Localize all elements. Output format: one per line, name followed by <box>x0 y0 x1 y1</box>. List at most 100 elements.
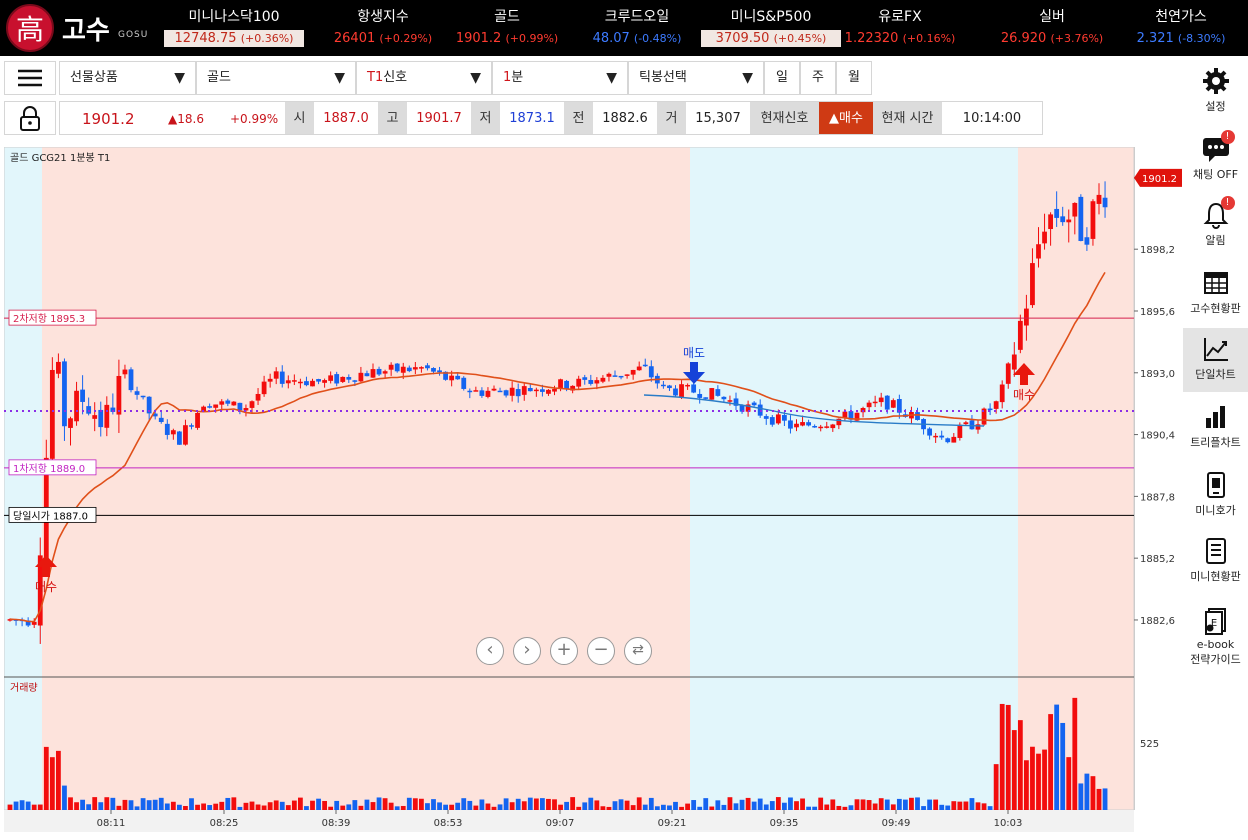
price-tick-label: 1882,6 <box>1140 616 1175 627</box>
ticker-7[interactable]: 천연가스 2.321 (-8.30%) <box>1111 6 1248 50</box>
ticker-price: 1901.2 (+0.99%) <box>455 31 559 46</box>
volume-bar <box>13 801 19 810</box>
volume-bar <box>455 802 461 810</box>
sidebar-item-chat[interactable]: ! 채팅 OFF <box>1183 128 1248 192</box>
item-select[interactable]: 골드 ▼ <box>196 61 356 95</box>
volume-bar <box>975 802 981 810</box>
volume-bar <box>1042 749 1047 810</box>
zoom-in-button[interactable]: + <box>550 637 578 665</box>
ticker-price: 1.22320 (+0.16%) <box>844 31 956 46</box>
volume-bar <box>273 800 279 810</box>
sidebar-item-phone[interactable]: 미니호가 <box>1183 464 1248 528</box>
volume-bar <box>612 801 618 810</box>
high-label: 고 <box>378 101 407 135</box>
lock-button[interactable] <box>4 101 56 135</box>
hamburger-menu-button[interactable] <box>4 61 56 95</box>
candle-body <box>1066 219 1072 223</box>
scroll-right-button[interactable]: › <box>513 637 541 665</box>
period-day-button[interactable]: 일 <box>764 61 800 95</box>
level-label: 당일시가 1887.0 <box>13 510 88 522</box>
candle-body <box>788 420 793 429</box>
reset-button[interactable]: ⇄ <box>624 637 652 665</box>
volume-bar <box>298 797 303 810</box>
time-tick-label: 08:25 <box>210 818 239 829</box>
period-week-button[interactable]: 주 <box>800 61 836 95</box>
candle-body <box>1005 363 1011 384</box>
volume-bar <box>467 800 473 810</box>
candle-body <box>467 390 473 393</box>
candle-body <box>951 436 957 443</box>
ticker-2[interactable]: 골드 1901.2 (+0.99%) <box>437 6 577 50</box>
volume-bar <box>521 801 527 810</box>
volume-bar <box>1102 788 1108 810</box>
volume-bar <box>110 797 116 810</box>
candle-body <box>74 390 79 422</box>
chat-icon: ! <box>1201 130 1235 164</box>
volume-bar <box>1060 722 1066 810</box>
ticker-0[interactable]: 미니나스닥100 12748.75 (+0.36%) <box>164 6 304 50</box>
candle-body <box>213 404 219 408</box>
time-tick-label: 09:35 <box>770 818 799 829</box>
sidebar-item-list[interactable]: 미니현황판 <box>1183 530 1248 594</box>
candle-body <box>721 396 727 400</box>
candle-body <box>782 415 787 421</box>
line-chart-icon <box>1201 334 1231 364</box>
candle-body <box>177 431 182 445</box>
candle-body <box>261 381 267 395</box>
volume-bar <box>74 802 79 810</box>
sidebar-item-line-chart[interactable]: 단일차트 <box>1183 328 1248 392</box>
volume-bar <box>43 746 49 810</box>
sidebar-item-gear[interactable]: 설정 <box>1183 60 1248 124</box>
volume-bar <box>860 799 866 810</box>
candle-body <box>249 401 255 408</box>
phone-icon <box>1201 470 1231 500</box>
candle-body <box>370 369 376 378</box>
product-select[interactable]: 선물상품 ▼ <box>59 61 196 95</box>
volume-bar <box>624 800 630 810</box>
candle-body <box>425 365 430 369</box>
period-month-button[interactable]: 월 <box>836 61 872 95</box>
volume-bar <box>878 798 884 810</box>
volume-bar <box>461 798 467 810</box>
candle-body <box>364 373 370 377</box>
signal-select[interactable]: T1신호 ▼ <box>356 61 492 95</box>
sidebar-item-label: 전략가이드 <box>1190 653 1241 666</box>
candle-body <box>878 397 884 403</box>
candle-body <box>812 425 818 428</box>
ticker-name: 골드 <box>494 9 520 25</box>
ticker-4[interactable]: 미니S&P500 3709.50 (+0.45%) <box>701 6 841 50</box>
candle-body <box>509 387 515 396</box>
candle-body <box>521 386 527 395</box>
candle-body <box>751 402 757 406</box>
volume-bar <box>128 800 134 810</box>
candle-body <box>842 411 848 418</box>
volume-bar <box>382 798 388 810</box>
candle-body <box>1036 244 1041 259</box>
ticker-5[interactable]: 유로FX 1.22320 (+0.16%) <box>830 6 970 50</box>
sidebar-item-ebook[interactable]: Ee-book 전략가이드 <box>1183 600 1248 680</box>
zoom-out-button[interactable]: − <box>587 637 615 665</box>
ticker-1[interactable]: 항생지수 26401 (+0.29%) <box>313 6 453 50</box>
sidebar-item-bell[interactable]: ! 알림 <box>1183 194 1248 258</box>
sidebar-item-table[interactable]: 고수현황판 <box>1183 262 1248 326</box>
chevron-right-icon: › <box>523 639 531 660</box>
candle-body <box>987 408 993 411</box>
ticker-6[interactable]: 실버 26.920 (+3.76%) <box>982 6 1122 50</box>
quote-bar: 1901.2 ▲18.6 +0.99% 시 1887.0 고 1901.7 저 … <box>0 101 1180 135</box>
scroll-left-button[interactable]: ‹ <box>476 637 504 665</box>
volume-bar <box>896 798 902 810</box>
candle-body <box>1054 208 1060 218</box>
candle-body <box>455 375 461 380</box>
sidebar-item-bar-chart[interactable]: 트리플차트 <box>1183 396 1248 460</box>
interval-select[interactable]: 1분 ▼ <box>492 61 628 95</box>
candle-body <box>273 371 279 379</box>
candle-body <box>1048 214 1053 230</box>
candle-body <box>872 401 878 404</box>
price-chart[interactable]: 골드 GCG21 1분봉 T1 2차저항 1895.3 1차저항 1889.0 당일시… <box>4 147 1134 810</box>
refresh-icon: ⇄ <box>632 642 644 658</box>
ticker-3[interactable]: 크루드오일 48.07 (-0.48%) <box>567 6 707 50</box>
volume-label: 거 <box>657 101 686 135</box>
tick-select[interactable]: 틱봉선택 ▼ <box>628 61 764 95</box>
gosu-logo[interactable]: 高 고수 GOSU <box>6 4 156 52</box>
candle-body <box>927 428 932 436</box>
